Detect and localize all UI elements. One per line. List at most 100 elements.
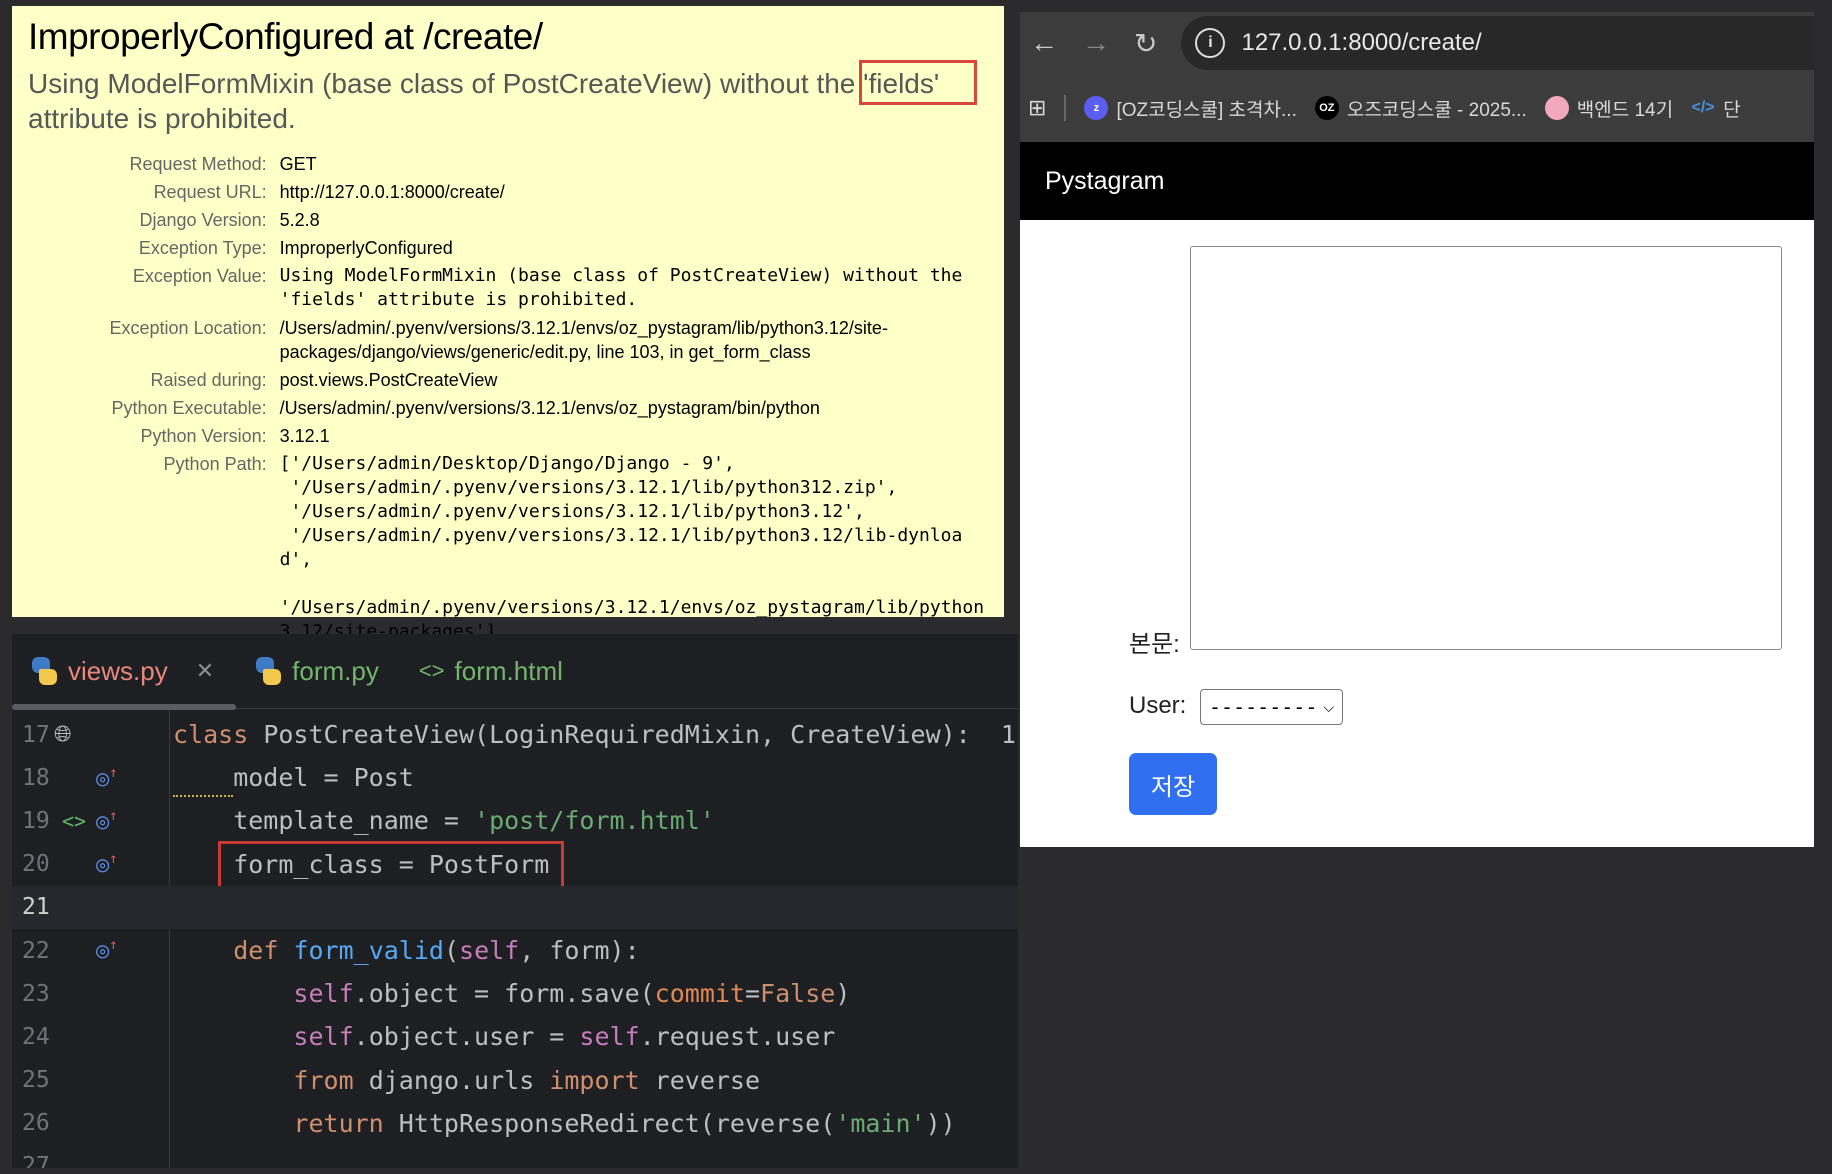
- forward-icon[interactable]: →: [1082, 27, 1110, 59]
- user-select[interactable]: --------- ⌵: [1200, 689, 1343, 725]
- globe-icon[interactable]: 🌐︎: [54, 722, 72, 747]
- code-line[interactable]: 26 return HttpResponseRedirect(reverse('…: [12, 1102, 1018, 1145]
- code-token: ): [835, 979, 851, 1009]
- code-token: self: [293, 979, 354, 1009]
- code-text: def form_valid(self, form):: [173, 936, 639, 966]
- bookmark-label: [OZ코딩스쿨] 초격차...: [1116, 99, 1297, 121]
- meta-value: ImproperlyConfigured: [279, 238, 453, 258]
- tab-form-html[interactable]: <> form.html: [419, 656, 563, 687]
- code-text: class PostCreateView(LoginRequiredMixin,…: [173, 720, 1016, 749]
- browser-window: ← → ↻ i 127.0.0.1:8000/create/ ⊞ z [OZ코딩스…: [1020, 12, 1814, 847]
- editor-tabs: views.py ✕ form.py <> form.html: [12, 634, 1018, 710]
- html-tag-icon[interactable]: <>: [62, 809, 86, 833]
- bookmark-item[interactable]: z [OZ코딩스쿨] 초격차...: [1084, 95, 1297, 122]
- apps-grid-icon[interactable]: ⊞: [1028, 95, 1046, 121]
- meta-value: GET: [279, 154, 317, 174]
- meta-value: 5.2.8: [279, 210, 320, 230]
- code-line[interactable]: 17 🌐︎ class PostCreateView(LoginRequiredMi…: [12, 713, 1018, 756]
- code-token: (: [443, 936, 460, 966]
- code-token: .request.user: [639, 1022, 836, 1052]
- meta-key: Python Path:: [163, 454, 267, 474]
- bookmark-item[interactable]: 백엔드 14기: [1544, 95, 1673, 122]
- url-text[interactable]: 127.0.0.1:8000/create/: [1241, 29, 1481, 57]
- highlight-box: [859, 60, 977, 105]
- meta-key: Python Executable:: [111, 398, 267, 418]
- meta-row: Raised during: post.views.PostCreateView: [28, 366, 988, 394]
- override-icon[interactable]: ◎↑: [96, 765, 118, 791]
- django-error-page: ImproperlyConfigured at /create/ Using M…: [12, 6, 1004, 670]
- code-icon: </>: [1691, 99, 1715, 116]
- code-token: self: [459, 936, 520, 966]
- meta-row: Python Path: ['/Users/admin/Desktop/Djang…: [28, 450, 988, 646]
- highlight-box: [218, 840, 564, 893]
- brand-link[interactable]: Pystagram: [1045, 167, 1164, 196]
- code-line[interactable]: 18 ◎↑ model = Post: [12, 756, 1018, 799]
- code-text: self.object.user = self.request.user: [173, 1022, 835, 1051]
- code-line[interactable]: 24 self.object.user = self.request.user: [12, 1015, 1018, 1058]
- body-textarea[interactable]: [1190, 246, 1782, 650]
- error-meta-table: Request Method: GET Request URL: http://127…: [28, 150, 988, 674]
- override-icon[interactable]: ◎↑: [96, 851, 118, 877]
- error-title: ImproperlyConfigured at /create/: [28, 16, 543, 57]
- line-number: 19: [22, 807, 50, 834]
- code-token: commit: [654, 979, 745, 1009]
- code-token: import: [549, 1065, 655, 1095]
- code-lines[interactable]: 17 🌐︎ class PostCreateView(LoginRequiredMi…: [12, 709, 1018, 1168]
- code-text: model = Post: [173, 763, 414, 792]
- error-message-text: Using ModelFormMixin (base class of Post…: [28, 68, 940, 134]
- code-token: .object.user =: [353, 1022, 580, 1052]
- code-line[interactable]: 22 ◎↑ def form_valid(self, form):: [12, 929, 1018, 972]
- meta-key: Exception Location:: [109, 318, 267, 338]
- code-line[interactable]: 19 ◎↑ <> template_name = 'post/form.html': [12, 799, 1018, 842]
- error-message: Using ModelFormMixin (base class of Post…: [28, 60, 988, 136]
- meta-key: Request Method:: [129, 154, 267, 174]
- override-icon[interactable]: ◎↑: [96, 808, 118, 834]
- meta-row: Exception Type: ImproperlyConfigured: [28, 234, 988, 262]
- code-token: 'main': [835, 1108, 926, 1138]
- code-token: 'post/form.html': [474, 806, 715, 836]
- code-token: self: [579, 1022, 640, 1052]
- meta-value: post.views.PostCreateView: [279, 370, 498, 390]
- code-token: =: [744, 979, 761, 1009]
- code-line[interactable]: 21: [12, 885, 1018, 929]
- tab-label: form.py: [292, 655, 379, 686]
- code-line[interactable]: 20 ◎↑ form_class = PostForm: [12, 840, 1018, 893]
- meta-key: Raised during:: [150, 370, 267, 390]
- user-label: User:: [1129, 692, 1187, 719]
- info-icon[interactable]: i: [1195, 28, 1226, 58]
- back-icon[interactable]: ←: [1030, 27, 1058, 59]
- meta-row: Python Executable: /Users/admin/.pyenv/ve…: [28, 394, 988, 422]
- meta-value: /Users/admin/.pyenv/versions/3.12.1/envs…: [279, 398, 820, 418]
- address-bar[interactable]: i 127.0.0.1:8000/create/: [1181, 16, 1814, 70]
- line-number: 22: [22, 937, 50, 964]
- code-token: .object = form.save(: [353, 979, 655, 1009]
- meta-key: Request URL:: [153, 182, 267, 202]
- user-select-value: ---------: [1209, 695, 1318, 719]
- line-number: 27: [22, 1153, 50, 1168]
- tab-form-py[interactable]: form.py: [254, 656, 379, 687]
- line-number: 24: [22, 1023, 50, 1050]
- line-number: 21: [22, 894, 50, 921]
- code-line[interactable]: 27: [12, 1145, 1018, 1168]
- code-token: )): [925, 1108, 956, 1138]
- browser-toolbar: ← → ↻ i 127.0.0.1:8000/create/: [1020, 12, 1814, 74]
- oz-icon: OZ: [1314, 96, 1339, 120]
- body-label: 본문:: [1129, 631, 1180, 658]
- meta-key: Exception Value:: [132, 266, 267, 286]
- code-text: from django.urls import reverse: [173, 1066, 760, 1095]
- save-button[interactable]: 저장: [1129, 753, 1217, 815]
- code-line[interactable]: 25 from django.urls import reverse: [12, 1059, 1018, 1102]
- close-icon[interactable]: ✕: [196, 658, 214, 684]
- code-token: form_valid: [293, 936, 444, 966]
- code-token: model = Post: [173, 763, 414, 793]
- tab-views-py[interactable]: views.py ✕: [30, 656, 214, 687]
- bookmark-label: 오즈코딩스쿨 - 2025...: [1346, 99, 1527, 121]
- bookmark-item[interactable]: </> 단: [1691, 95, 1741, 122]
- reload-icon[interactable]: ↻: [1134, 27, 1157, 60]
- bookmark-item[interactable]: OZ 오즈코딩스쿨 - 2025...: [1314, 95, 1527, 122]
- meta-value: http://127.0.0.1:8000/create/: [279, 182, 505, 202]
- code-line[interactable]: 23 self.object = form.save(commit=False): [12, 972, 1018, 1015]
- code-editor[interactable]: views.py ✕ form.py <> form.html 17 🌐︎ class Po…: [12, 634, 1018, 1168]
- override-icon[interactable]: ◎↑: [96, 937, 118, 963]
